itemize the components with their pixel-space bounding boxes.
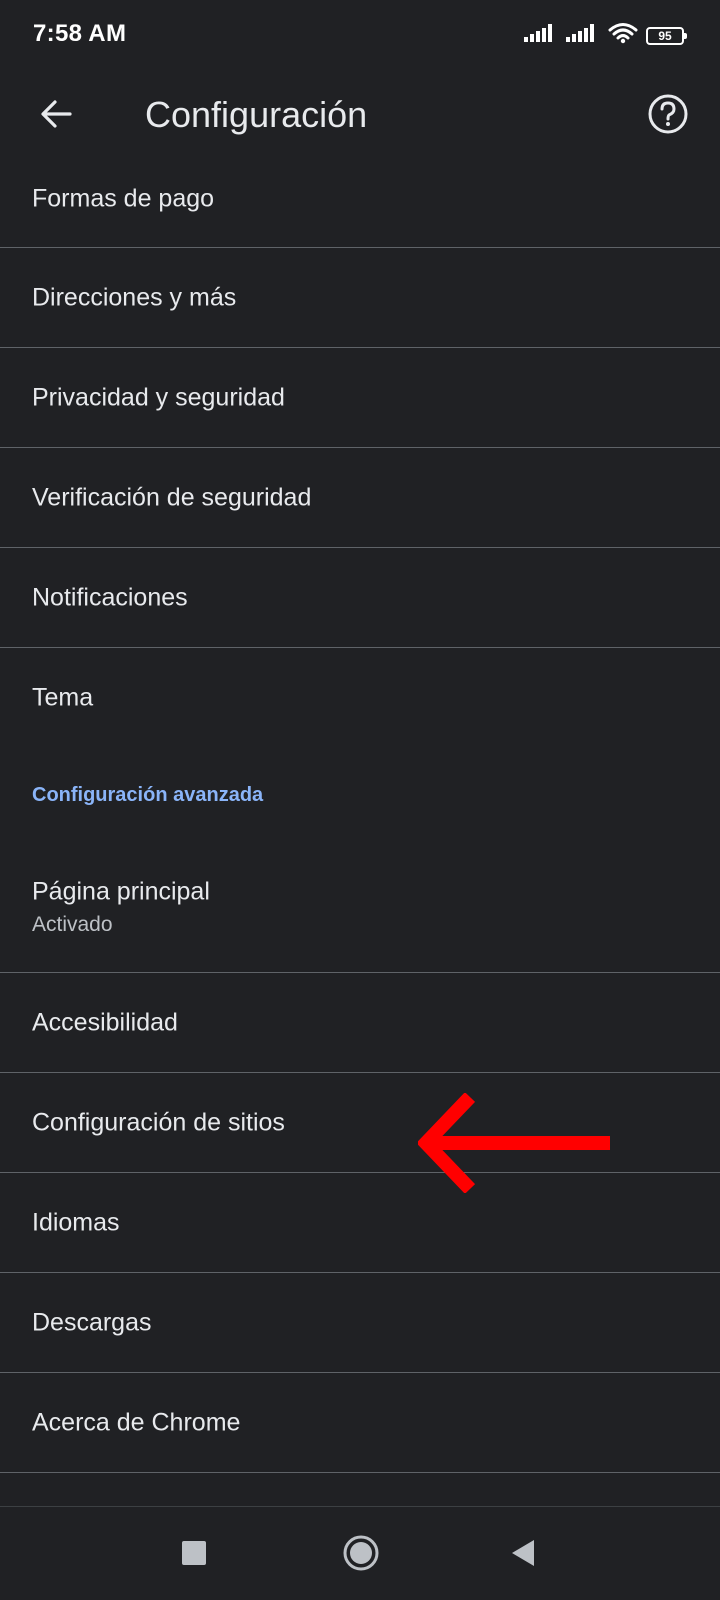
home-icon (342, 1534, 380, 1577)
settings-item-label: Página principal (32, 877, 210, 906)
settings-item-sublabel: Activado (32, 913, 113, 936)
settings-item-label: Direcciones y más (32, 283, 237, 311)
wifi-icon (608, 22, 638, 49)
settings-item-label: Idiomas (32, 1208, 120, 1236)
settings-item-downloads[interactable]: Descargas (0, 1273, 720, 1373)
settings-item-privacy[interactable]: Privacidad y seguridad (0, 348, 720, 448)
status-icons: 95 (524, 22, 687, 49)
settings-item-addresses[interactable]: Direcciones y más (0, 248, 720, 348)
recents-button[interactable] (166, 1527, 222, 1583)
battery-icon: 95 (646, 26, 687, 45)
signal-icon (566, 23, 600, 48)
settings-item-notifications[interactable]: Notificaciones (0, 548, 720, 648)
settings-item-theme[interactable]: Tema (0, 648, 720, 748)
settings-item-label: Configuración de sitios (32, 1108, 285, 1136)
recents-icon (181, 1540, 207, 1571)
status-time: 7:58 AM (33, 20, 127, 47)
section-header-advanced: Configuración avanzada (0, 748, 720, 845)
back-arrow-icon (38, 96, 74, 137)
app-bar: Configuración (0, 70, 720, 163)
back-icon (508, 1538, 536, 1573)
status-bar: 7:58 AM 95 (0, 0, 720, 70)
settings-item-payment-methods[interactable]: Formas de pago (0, 163, 720, 248)
settings-item-label: Descargas (32, 1308, 152, 1336)
settings-item-accessibility[interactable]: Accesibilidad (0, 973, 720, 1073)
settings-item-languages[interactable]: Idiomas (0, 1173, 720, 1273)
settings-item-label: Accesibilidad (32, 1008, 178, 1036)
section-header-label: Configuración avanzada (32, 784, 264, 806)
home-button[interactable] (333, 1527, 389, 1583)
back-button[interactable] (24, 84, 88, 148)
settings-item-label: Verificación de seguridad (32, 483, 312, 511)
settings-item-label: Tema (32, 683, 94, 712)
settings-item-site-settings[interactable]: Configuración de sitios (0, 1073, 720, 1173)
settings-item-label: Privacidad y seguridad (32, 383, 285, 411)
page-title: Configuración (145, 94, 368, 135)
settings-item-about-chrome[interactable]: Acerca de Chrome (0, 1373, 720, 1473)
settings-item-label: Formas de pago (32, 184, 215, 213)
help-button[interactable] (636, 84, 700, 148)
settings-item-safety-check[interactable]: Verificación de seguridad (0, 448, 720, 548)
settings-item-homepage[interactable]: Página principal Activado (0, 845, 720, 973)
system-nav-bar (0, 1506, 720, 1600)
settings-item-label: Acerca de Chrome (32, 1408, 241, 1436)
help-icon (647, 93, 689, 140)
nav-back-button[interactable] (494, 1527, 550, 1583)
signal-icon (524, 23, 558, 48)
settings-list: Formas de pago Direcciones y más Privaci… (0, 163, 720, 1473)
settings-item-label: Notificaciones (32, 583, 188, 611)
